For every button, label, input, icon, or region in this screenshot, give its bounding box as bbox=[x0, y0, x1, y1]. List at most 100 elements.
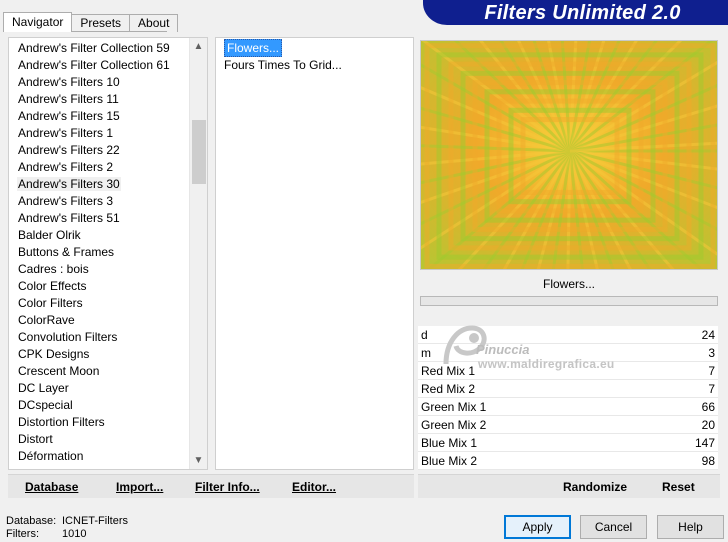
progress-bar bbox=[420, 296, 718, 306]
filter-item[interactable]: Flowers... bbox=[216, 39, 413, 57]
category-item[interactable]: Cadres : bois bbox=[9, 261, 207, 278]
param-value: 7 bbox=[708, 381, 715, 396]
category-label: ColorRave bbox=[18, 313, 75, 327]
param-label: Green Mix 2 bbox=[421, 417, 487, 432]
tab-bar: Navigator Presets About bbox=[3, 12, 179, 32]
preview-caption: Flowers... bbox=[542, 277, 595, 291]
param-value: 24 bbox=[701, 327, 715, 342]
category-label: Andrew's Filters 11 bbox=[18, 92, 119, 106]
category-item[interactable]: Andrew's Filter Collection 59 bbox=[9, 40, 207, 57]
category-item[interactable]: Andrew's Filters 3 bbox=[9, 193, 207, 210]
category-item[interactable]: Color Filters bbox=[9, 295, 207, 312]
parameter-list: d 24 m 3 Red Mix 1 7 Red Mix 2 7 Green Mix 1 66 Gr… bbox=[418, 326, 718, 470]
filter-item[interactable]: Fours Times To Grid... bbox=[216, 57, 413, 74]
category-scrollbar[interactable]: ▲ ▼ bbox=[189, 38, 207, 469]
editor-button[interactable]: Editor... bbox=[292, 475, 336, 499]
database-label: Database: bbox=[6, 515, 57, 527]
filters-value: 1010 bbox=[62, 528, 87, 540]
category-label: Buttons & Frames bbox=[18, 245, 115, 259]
category-item[interactable]: Distortion Filters bbox=[9, 414, 207, 431]
param-label: Green Mix 1 bbox=[421, 399, 487, 414]
param-row[interactable]: Green Mix 1 66 bbox=[418, 398, 718, 416]
category-item[interactable]: Andrew's Filters 10 bbox=[9, 74, 207, 91]
right-toolbar: Randomize Reset bbox=[418, 474, 720, 498]
category-label: Andrew's Filters 22 bbox=[18, 143, 120, 157]
database-button[interactable]: Database bbox=[25, 475, 78, 499]
category-item[interactable]: Andrew's Filters 2 bbox=[9, 159, 207, 176]
filter-info-button[interactable]: Filter Info... bbox=[195, 475, 260, 499]
apply-button[interactable]: Apply bbox=[504, 515, 571, 539]
database-value: ICNET-Filters bbox=[62, 515, 128, 527]
randomize-button[interactable]: Randomize bbox=[563, 475, 627, 499]
import-button[interactable]: Import... bbox=[116, 475, 163, 499]
watermark-name: Pinuccia bbox=[476, 342, 530, 357]
param-label: Blue Mix 1 bbox=[421, 435, 478, 450]
param-row[interactable]: Blue Mix 1 147 bbox=[418, 434, 718, 452]
param-row[interactable]: Green Mix 2 20 bbox=[418, 416, 718, 434]
category-item[interactable]: Déformation bbox=[9, 448, 207, 465]
param-value: 7 bbox=[708, 363, 715, 378]
category-item[interactable]: Buttons & Frames bbox=[9, 244, 207, 261]
category-label: Balder Olrik bbox=[18, 228, 81, 242]
category-item[interactable]: Color Effects bbox=[9, 278, 207, 295]
category-item[interactable]: Andrew's Filters 15 bbox=[9, 108, 207, 125]
category-item[interactable]: CPK Designs bbox=[9, 346, 207, 363]
category-label: Andrew's Filters 3 bbox=[18, 194, 113, 208]
watermark-url: www.maldiregrafica.eu bbox=[478, 357, 615, 371]
scroll-down-icon[interactable]: ▼ bbox=[190, 452, 207, 469]
category-label: DCspecial bbox=[18, 398, 73, 412]
param-label: Blue Mix 2 bbox=[421, 453, 478, 468]
tab-presets[interactable]: Presets bbox=[71, 14, 131, 32]
param-row[interactable]: d 24 bbox=[418, 326, 718, 344]
category-label: Distortion Filters bbox=[18, 415, 105, 429]
cancel-button[interactable]: Cancel bbox=[580, 515, 647, 539]
category-item[interactable]: Andrew's Filters 51 bbox=[9, 210, 207, 227]
tab-navigator[interactable]: Navigator bbox=[3, 12, 73, 32]
left-toolbar: Database Import... Filter Info... Editor… bbox=[8, 474, 414, 498]
scroll-thumb[interactable] bbox=[192, 120, 206, 184]
category-label: Color Filters bbox=[18, 296, 83, 310]
category-label: Déformation bbox=[18, 449, 84, 463]
filter-preview bbox=[420, 40, 718, 270]
category-label: Convolution Filters bbox=[18, 330, 118, 344]
scroll-up-icon[interactable]: ▲ bbox=[190, 38, 207, 55]
category-item[interactable]: DC Layer bbox=[9, 380, 207, 397]
category-list[interactable]: Andrew's Filter Collection 59 Andrew's Fi… bbox=[8, 37, 208, 470]
category-item[interactable]: Balder Olrik bbox=[9, 227, 207, 244]
param-value: 3 bbox=[708, 345, 715, 360]
category-label: Andrew's Filters 10 bbox=[18, 75, 120, 89]
category-label: Crescent Moon bbox=[18, 364, 100, 378]
category-item[interactable]: Andrew's Filters 22 bbox=[9, 142, 207, 159]
category-label: Andrew's Filters 30 bbox=[17, 177, 121, 191]
category-item[interactable]: Andrew's Filters 11 bbox=[9, 91, 207, 108]
reset-button[interactable]: Reset bbox=[662, 475, 695, 499]
category-item[interactable]: Andrew's Filter Collection 61 bbox=[9, 57, 207, 74]
category-label: Color Effects bbox=[18, 279, 87, 293]
filter-list[interactable]: Flowers... Fours Times To Grid... bbox=[215, 37, 414, 470]
category-item[interactable]: Andrew's Filters 30 bbox=[9, 176, 207, 193]
help-button[interactable]: Help bbox=[657, 515, 724, 539]
param-value: 147 bbox=[694, 435, 715, 450]
param-label: m bbox=[421, 345, 431, 360]
filters-label: Filters: bbox=[6, 528, 39, 540]
param-row[interactable]: Blue Mix 2 98 bbox=[418, 452, 718, 470]
param-value: 66 bbox=[701, 399, 715, 414]
category-item[interactable]: Andrew's Filters 1 bbox=[9, 125, 207, 142]
category-item[interactable]: Convolution Filters bbox=[9, 329, 207, 346]
category-item[interactable]: Distort bbox=[9, 431, 207, 448]
filter-label: Flowers... bbox=[224, 39, 283, 57]
category-item[interactable]: Crescent Moon bbox=[9, 363, 207, 380]
category-label: DC Layer bbox=[18, 381, 69, 395]
category-item[interactable]: ColorRave bbox=[9, 312, 207, 329]
param-label: d bbox=[421, 327, 428, 342]
tab-about[interactable]: About bbox=[129, 14, 179, 32]
param-value: 20 bbox=[701, 417, 715, 432]
category-label: Andrew's Filters 15 bbox=[18, 109, 120, 123]
param-row[interactable]: Red Mix 2 7 bbox=[418, 380, 718, 398]
param-label: Red Mix 2 bbox=[421, 381, 476, 396]
category-label: Cadres : bois bbox=[18, 262, 89, 276]
category-label: Distort bbox=[18, 432, 53, 446]
category-label: Andrew's Filter Collection 59 bbox=[18, 41, 170, 55]
category-label: Andrew's Filters 2 bbox=[18, 160, 113, 174]
category-item[interactable]: DCspecial bbox=[9, 397, 207, 414]
